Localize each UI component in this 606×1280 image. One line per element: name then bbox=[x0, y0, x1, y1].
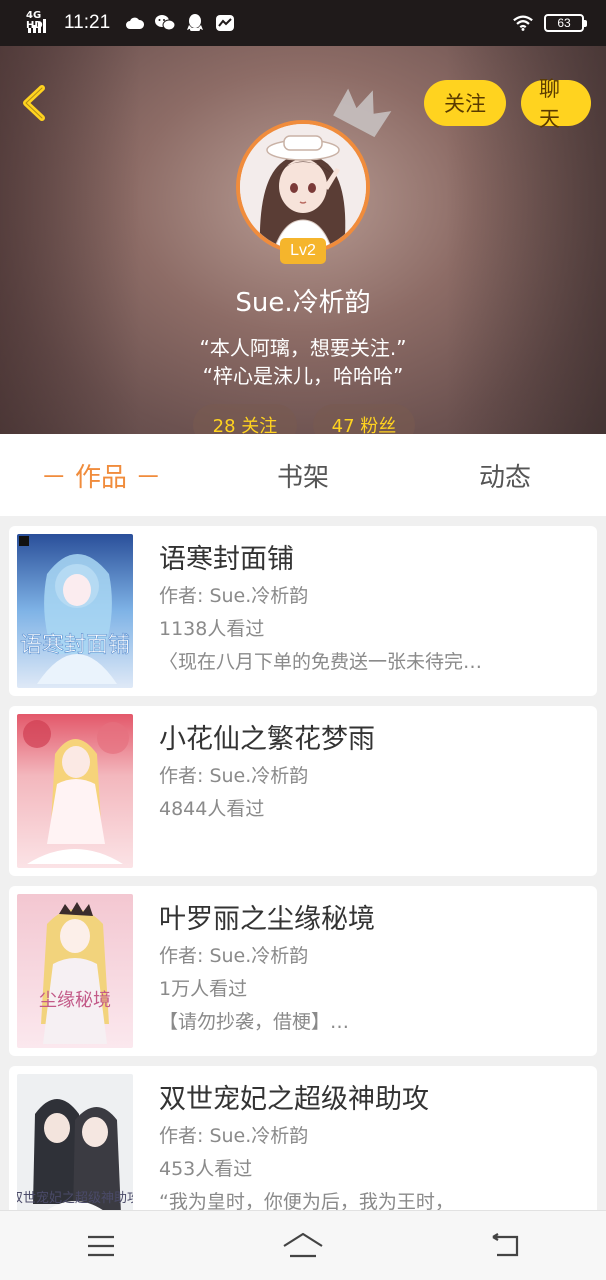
back-arrow-icon bbox=[492, 1232, 519, 1256]
list-item[interactable]: 双世宠妃之超级神助攻 双世宠妃之超级神助攻 作者: Sue.冷析韵 453人看过… bbox=[9, 1066, 597, 1210]
back-button[interactable] bbox=[14, 80, 54, 126]
book-views: 1138人看过 bbox=[159, 618, 265, 640]
cloud-icon bbox=[124, 13, 146, 33]
profile-tabs: － 作品 － 书架 动态 bbox=[0, 434, 606, 516]
avatar-image bbox=[240, 124, 366, 250]
fans-count-button[interactable]: 47 粉丝 bbox=[313, 404, 415, 434]
wechat-icon bbox=[154, 13, 176, 33]
signal-icon: 4G HD bbox=[26, 11, 56, 35]
svg-text:双世宠妃之超级神助攻: 双世宠妃之超级神助攻 bbox=[17, 1190, 133, 1206]
profile-header: 关注 聊天 Lv2 Sue.冷析韵 “本人阿璃，想要关注.” “梓心是沫儿，哈哈 bbox=[0, 46, 606, 434]
book-title: 小花仙之繁花梦雨 bbox=[159, 724, 375, 755]
book-cover: 双世宠妃之超级神助攻 bbox=[17, 1074, 133, 1210]
status-bar: 4G HD 11:21 63 bbox=[0, 0, 606, 46]
book-title: 双世宠妃之超级神助攻 bbox=[159, 1084, 429, 1115]
book-cover: 尘缘秘境 bbox=[17, 894, 133, 1048]
book-description: 〈现在八月下单的免费送一张未待完… bbox=[159, 651, 483, 673]
avatar[interactable] bbox=[236, 120, 370, 254]
book-author: 作者: Sue.冷析韵 bbox=[159, 765, 309, 787]
tab-bookshelf[interactable]: 书架 bbox=[202, 434, 404, 516]
message-icon bbox=[214, 13, 236, 33]
book-title: 语寒封面铺 bbox=[159, 544, 294, 575]
menu-icon bbox=[88, 1235, 114, 1256]
list-item[interactable]: 语寒封面铺 语寒封面铺 作者: Sue.冷析韵 1138人看过 〈现在八月下单的… bbox=[9, 526, 597, 696]
chevron-left-icon bbox=[23, 85, 45, 121]
book-list: 语寒封面铺 语寒封面铺 作者: Sue.冷析韵 1138人看过 〈现在八月下单的… bbox=[0, 516, 606, 1210]
tab-works[interactable]: － 作品 － bbox=[0, 434, 202, 516]
book-cover bbox=[17, 714, 133, 868]
battery-indicator: 63 bbox=[544, 14, 587, 32]
username: Sue.冷析韵 bbox=[235, 288, 371, 318]
book-description: 【请勿抄袭，借梗】… bbox=[159, 1011, 350, 1033]
book-author: 作者: Sue.冷析韵 bbox=[159, 585, 309, 607]
chat-button[interactable]: 聊天 bbox=[521, 77, 591, 131]
svg-text:语寒封面铺: 语寒封面铺 bbox=[20, 633, 130, 658]
book-description: “我为皇时，你便为后，我为王时， bbox=[159, 1191, 454, 1210]
bio-line: “本人阿璃，想要关注.” bbox=[199, 336, 407, 360]
book-title: 叶罗丽之尘缘秘境 bbox=[159, 904, 375, 935]
svg-text:尘缘秘境: 尘缘秘境 bbox=[39, 990, 111, 1011]
back-nav-button[interactable] bbox=[475, 1216, 535, 1276]
wifi-icon bbox=[512, 13, 534, 33]
qq-icon bbox=[184, 13, 206, 33]
list-item[interactable]: 小花仙之繁花梦雨 作者: Sue.冷析韵 4844人看过 bbox=[9, 706, 597, 876]
follow-button[interactable]: 关注 bbox=[424, 80, 506, 126]
book-author: 作者: Sue.冷析韵 bbox=[159, 1125, 309, 1147]
tab-activity[interactable]: 动态 bbox=[404, 434, 606, 516]
list-item[interactable]: 尘缘秘境 叶罗丽之尘缘秘境 作者: Sue.冷析韵 1万人看过 【请勿抄袭，借梗… bbox=[9, 886, 597, 1056]
book-views: 453人看过 bbox=[159, 1158, 253, 1180]
menu-button[interactable] bbox=[71, 1216, 131, 1276]
bio: “本人阿璃，想要关注.” “梓心是沫儿，哈哈哈” bbox=[0, 334, 606, 390]
level-badge: Lv2 bbox=[280, 238, 326, 264]
home-icon bbox=[283, 1232, 323, 1257]
bio-line: “梓心是沫儿，哈哈哈” bbox=[202, 364, 404, 388]
following-count-button[interactable]: 28 关注 bbox=[193, 404, 297, 434]
home-button[interactable] bbox=[273, 1216, 333, 1276]
system-nav-bar bbox=[0, 1210, 606, 1280]
book-cover: 语寒封面铺 bbox=[17, 534, 133, 688]
book-views: 1万人看过 bbox=[159, 978, 248, 1000]
book-views: 4844人看过 bbox=[159, 798, 265, 820]
book-author: 作者: Sue.冷析韵 bbox=[159, 945, 309, 967]
clock: 11:21 bbox=[64, 12, 111, 33]
